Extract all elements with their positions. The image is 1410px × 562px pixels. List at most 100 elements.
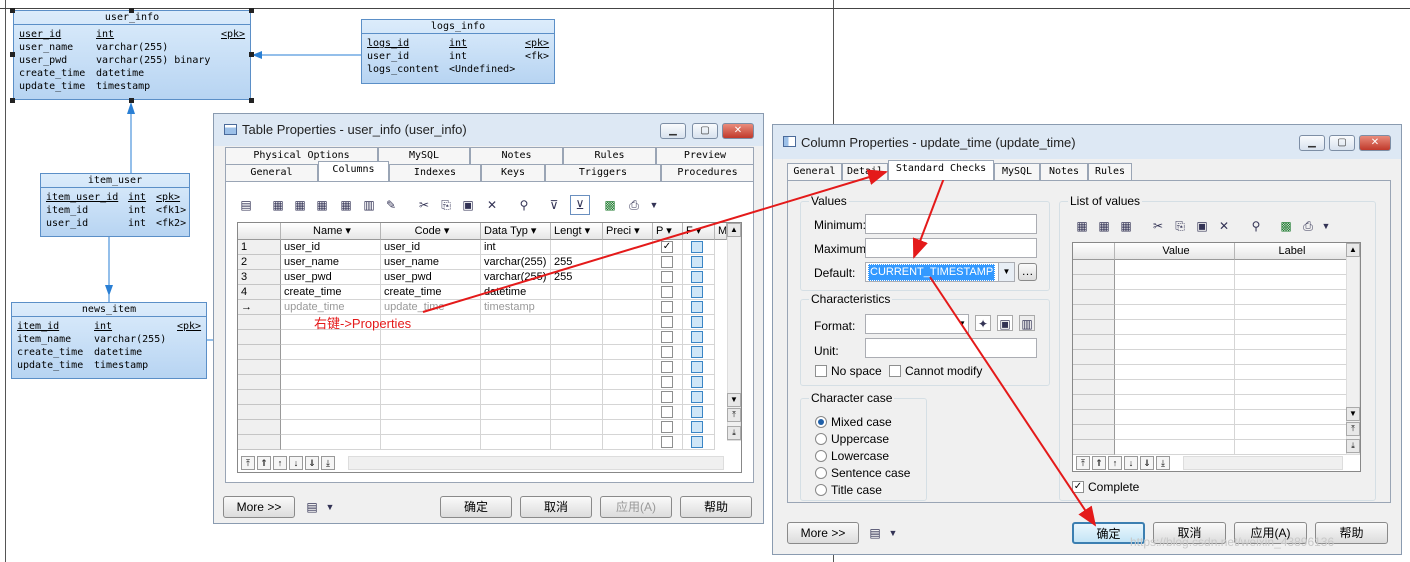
table-cell[interactable]: [1115, 380, 1235, 395]
row-header[interactable]: →: [238, 300, 281, 315]
scroll-up-icon[interactable]: ▲: [1346, 243, 1360, 257]
row-header[interactable]: [1073, 440, 1115, 455]
row-header[interactable]: [1073, 290, 1115, 305]
row-header[interactable]: [1073, 305, 1115, 320]
tab-general[interactable]: General: [225, 164, 318, 181]
insert-row-icon[interactable]: ▦: [1074, 218, 1090, 234]
tab-procedures[interactable]: Procedures: [661, 164, 754, 181]
table-cell[interactable]: [551, 375, 603, 390]
column-header-foreign[interactable]: F ▾: [683, 223, 715, 240]
row-header[interactable]: [238, 390, 281, 405]
delete-icon[interactable]: ✕: [1216, 218, 1232, 234]
apply-button[interactable]: 应用(A): [600, 496, 672, 518]
er-table-item-user[interactable]: item_user item_user_id int <pk> item_id int…: [40, 173, 190, 237]
table-cell[interactable]: [551, 240, 603, 255]
table-cell[interactable]: [683, 420, 715, 435]
table-cell[interactable]: [603, 315, 653, 330]
foreign-checkbox[interactable]: [691, 301, 703, 313]
filter-icon[interactable]: ⊽: [546, 197, 562, 213]
table-cell[interactable]: ✓: [653, 240, 683, 255]
table-cell[interactable]: user_pwd: [281, 270, 381, 285]
table-cell[interactable]: [603, 300, 653, 315]
primary-checkbox[interactable]: [661, 316, 673, 328]
find-icon[interactable]: ⚲: [516, 197, 532, 213]
move-page-up-icon[interactable]: ⇑: [1092, 456, 1106, 470]
selection-handle[interactable]: [129, 8, 134, 13]
table-cell[interactable]: [683, 300, 715, 315]
table-cell[interactable]: [1115, 335, 1235, 350]
table-cell[interactable]: [551, 420, 603, 435]
table-cell[interactable]: [381, 360, 481, 375]
table-cell[interactable]: datetime: [481, 285, 551, 300]
table-cell[interactable]: [1115, 290, 1235, 305]
cannot-modify-checkbox[interactable]: [889, 365, 901, 377]
maximize-button[interactable]: ▢: [692, 123, 718, 139]
move-page-up-icon[interactable]: ⇑: [257, 456, 271, 470]
row-header[interactable]: 4: [238, 285, 281, 300]
foreign-checkbox[interactable]: [691, 406, 703, 418]
tab-notes[interactable]: Notes: [1040, 163, 1088, 180]
row-header[interactable]: [1073, 365, 1115, 380]
tab-rules[interactable]: Rules: [1088, 163, 1132, 180]
table-cell[interactable]: [603, 270, 653, 285]
more-button[interactable]: More >>: [787, 522, 859, 544]
uppercase-radio[interactable]: [815, 433, 827, 445]
table-cell[interactable]: [551, 435, 603, 450]
table-cell[interactable]: [1235, 260, 1347, 275]
copy-icon[interactable]: ⎘: [1172, 218, 1188, 234]
list-of-values-grid[interactable]: Value Label ▲ ▼ ⤒ ⤓ ⤒ ⇑ ↑ ↓ ⇓ ⤓: [1072, 242, 1361, 472]
row-header[interactable]: [1073, 275, 1115, 290]
table-cell[interactable]: timestamp: [481, 300, 551, 315]
primary-checkbox[interactable]: [661, 361, 673, 373]
tab-mysql[interactable]: MySQL: [994, 163, 1040, 180]
row-header[interactable]: [238, 360, 281, 375]
format-delete-icon[interactable]: ▥: [1019, 315, 1035, 331]
scroll-bottom-icon[interactable]: ⤓: [1346, 439, 1360, 453]
table-cell[interactable]: [603, 375, 653, 390]
table-cell[interactable]: user_pwd: [381, 270, 481, 285]
column-header-length[interactable]: Lengt ▾: [551, 223, 603, 240]
table-cell[interactable]: [381, 405, 481, 420]
row-header[interactable]: [238, 375, 281, 390]
table-cell[interactable]: [1235, 440, 1347, 455]
foreign-checkbox[interactable]: [691, 361, 703, 373]
table-cell[interactable]: [1235, 320, 1347, 335]
move-bottom-icon[interactable]: ⤓: [321, 456, 335, 470]
table-cell[interactable]: [653, 405, 683, 420]
column-header-label[interactable]: Label: [1235, 243, 1347, 260]
selection-handle[interactable]: [129, 98, 134, 103]
tab-detail[interactable]: Detail: [842, 163, 888, 180]
foreign-checkbox[interactable]: [691, 421, 703, 433]
layout-dropdown-icon[interactable]: ▼: [322, 499, 338, 515]
table-cell[interactable]: [481, 435, 551, 450]
er-table-logs-info[interactable]: logs_info logs_id int <pk> user_id int <fk> …: [361, 19, 555, 84]
table-cell[interactable]: [1115, 395, 1235, 410]
primary-checkbox[interactable]: [661, 436, 673, 448]
table-cell[interactable]: [683, 285, 715, 300]
primary-checkbox[interactable]: [661, 301, 673, 313]
row-header[interactable]: 1: [238, 240, 281, 255]
table-cell[interactable]: [481, 330, 551, 345]
table-cell[interactable]: [1115, 320, 1235, 335]
title-case-radio[interactable]: [815, 484, 827, 496]
table-cell[interactable]: [1235, 395, 1347, 410]
column-header-mandatory[interactable]: M: [715, 223, 727, 240]
table-cell[interactable]: [481, 375, 551, 390]
sentence-case-radio[interactable]: [815, 467, 827, 479]
table-cell[interactable]: [653, 345, 683, 360]
table-cell[interactable]: [603, 240, 653, 255]
table-cell[interactable]: user_id: [381, 240, 481, 255]
add-rows-icon[interactable]: ▦: [314, 197, 330, 213]
move-page-down-icon[interactable]: ⇓: [305, 456, 319, 470]
er-table-user-info[interactable]: user_info user_id int <pk> user_name varcha…: [13, 10, 251, 100]
table-cell[interactable]: [381, 345, 481, 360]
table-cell[interactable]: [381, 420, 481, 435]
table-cell[interactable]: [1235, 305, 1347, 320]
tab-notes[interactable]: Notes: [470, 147, 563, 164]
table-cell[interactable]: [1115, 440, 1235, 455]
default-browse-button[interactable]: …: [1018, 263, 1037, 281]
complete-checkbox[interactable]: ✓: [1072, 481, 1084, 493]
table-cell[interactable]: [1235, 335, 1347, 350]
table-cell[interactable]: varchar(255): [481, 270, 551, 285]
table-cell[interactable]: [481, 360, 551, 375]
